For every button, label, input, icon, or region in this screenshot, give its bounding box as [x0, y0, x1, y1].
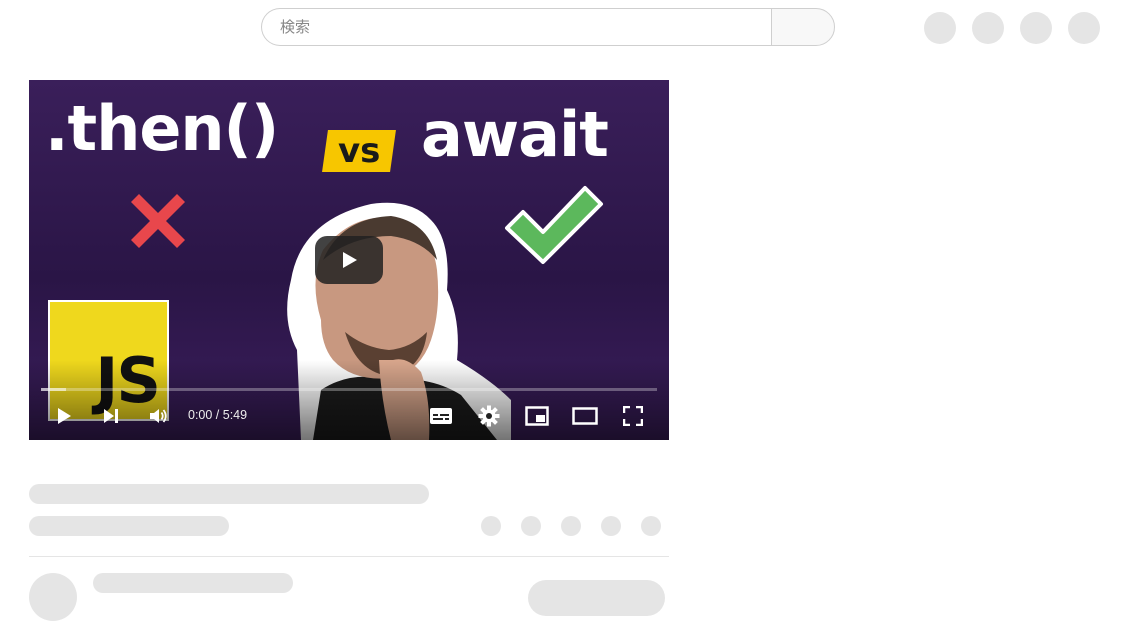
time-display: 0:00 / 5:49 [188, 408, 248, 422]
search-box[interactable] [261, 8, 771, 46]
subtitles-button[interactable] [427, 402, 455, 430]
mute-button[interactable] [144, 402, 172, 430]
video-player[interactable]: .then() vs await JS [29, 80, 669, 440]
search-button[interactable] [771, 8, 835, 46]
miniplayer-icon [525, 406, 549, 426]
settings-button[interactable] [475, 402, 503, 430]
miniplayer-button[interactable] [523, 402, 551, 430]
subscribe-skeleton [528, 580, 665, 616]
gear-icon [478, 405, 500, 427]
play-icon [343, 252, 357, 268]
title-skeleton [29, 484, 429, 504]
thumbnail-vs-badge: vs [322, 130, 396, 172]
search-input[interactable] [278, 17, 771, 37]
divider [29, 556, 669, 557]
fullscreen-button[interactable] [619, 402, 647, 430]
action-skeleton-2 [521, 516, 541, 536]
progress-loaded [41, 388, 66, 391]
action-skeleton-1 [481, 516, 501, 536]
channel-avatar-skeleton [29, 573, 77, 621]
red-cross-icon [131, 194, 185, 248]
thumbnail-vs-label: vs [337, 131, 381, 171]
subtitles-icon [430, 408, 452, 424]
theater-mode-button[interactable] [571, 402, 599, 430]
thumbnail-title-right: await [421, 98, 609, 171]
channel-name-skeleton [93, 573, 293, 593]
volume-icon [150, 409, 167, 423]
progress-bar[interactable] [41, 388, 657, 391]
thumbnail-title-left: .then() [45, 92, 279, 165]
next-icon [104, 409, 118, 423]
green-check-icon [505, 186, 603, 264]
play-icon [58, 408, 71, 424]
theater-mode-icon [572, 407, 598, 425]
action-skeleton-5 [641, 516, 661, 536]
next-button[interactable] [97, 402, 125, 430]
action-skeleton-3 [561, 516, 581, 536]
large-play-button[interactable] [315, 236, 383, 284]
play-button[interactable] [50, 402, 78, 430]
fullscreen-icon [623, 406, 643, 426]
header-action-placeholder-3[interactable] [1020, 12, 1052, 44]
header-action-placeholder-1[interactable] [924, 12, 956, 44]
avatar-placeholder[interactable] [1068, 12, 1100, 44]
header-action-placeholder-2[interactable] [972, 12, 1004, 44]
meta-skeleton [29, 516, 229, 536]
action-skeleton-4 [601, 516, 621, 536]
masthead [0, 0, 1124, 56]
